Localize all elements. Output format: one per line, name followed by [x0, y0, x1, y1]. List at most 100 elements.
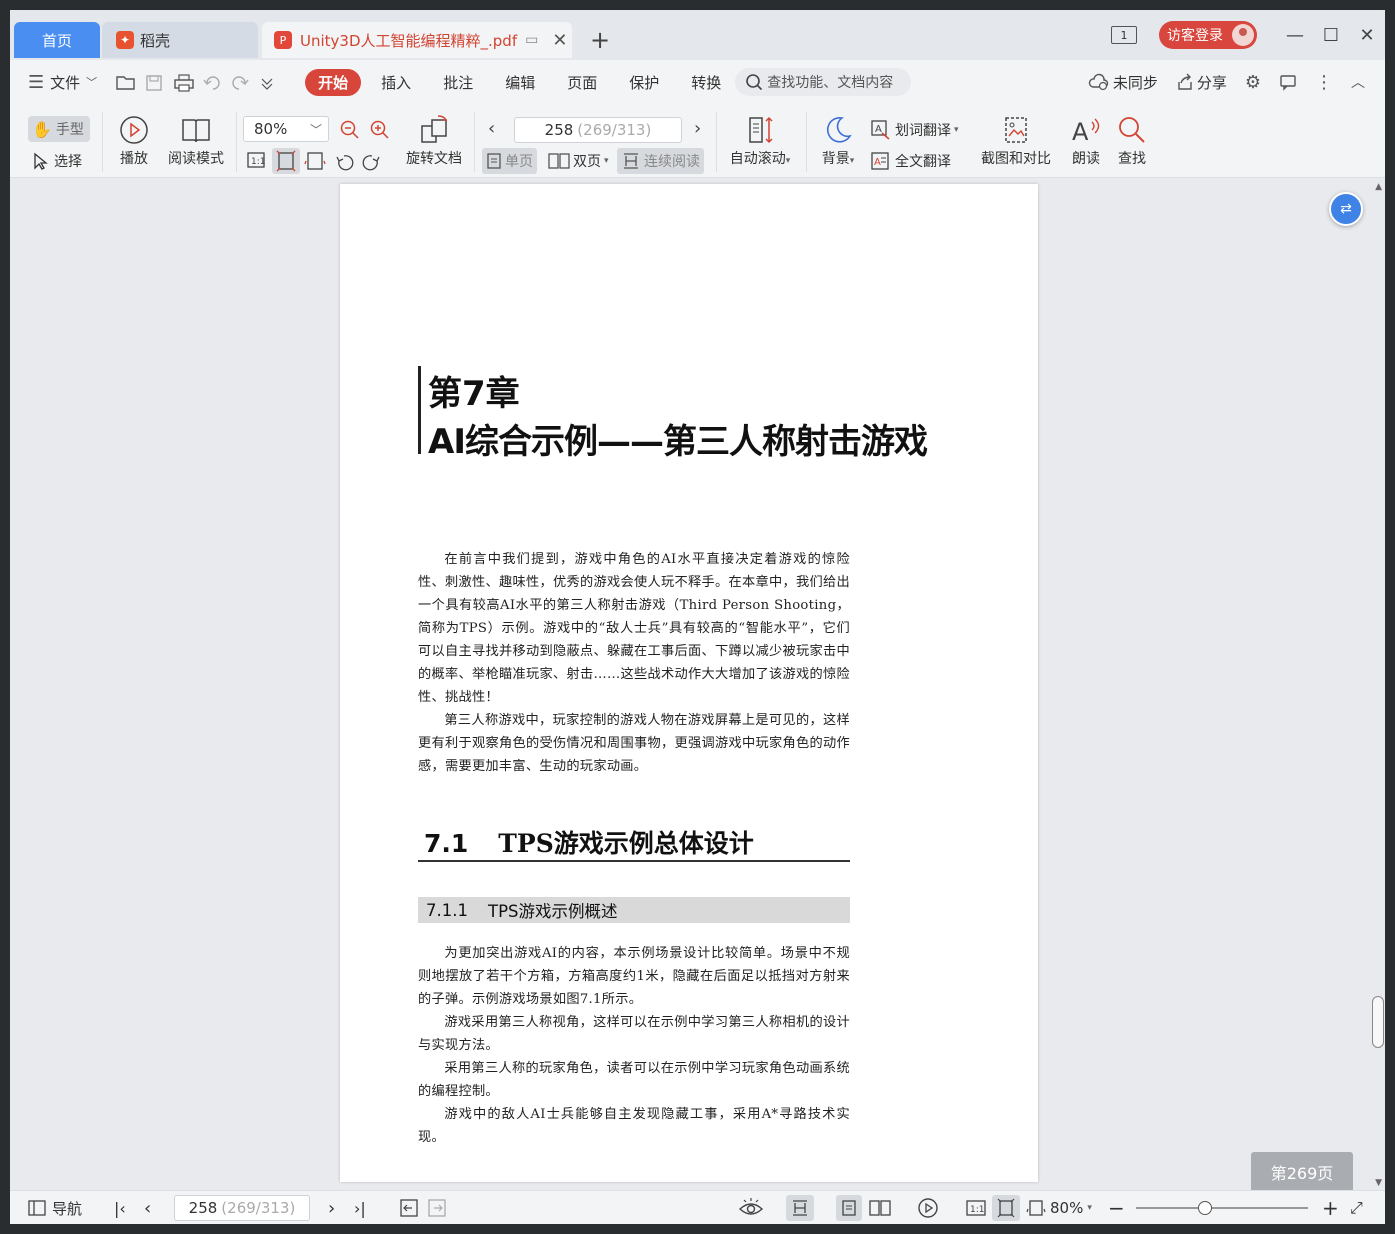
auto-scroll-button[interactable]: 自动滚动▾: [722, 114, 798, 168]
menu-insert[interactable]: 插入: [381, 72, 411, 93]
fit-width-icon: [1026, 1200, 1046, 1216]
tab-home[interactable]: 首页: [14, 22, 100, 58]
guest-login-button[interactable]: 访客登录: [1159, 21, 1257, 49]
more-quick-icon[interactable]: [261, 78, 273, 90]
toolbar-separator: [102, 112, 103, 172]
tab-home-label: 首页: [41, 31, 72, 50]
comment-button[interactable]: [1279, 73, 1297, 91]
new-tab-button[interactable]: +: [590, 28, 610, 52]
dropdown-caret-icon: ▾: [1087, 1203, 1092, 1213]
prev-page-icon[interactable]: ‹: [488, 118, 495, 139]
sync-status[interactable]: 未同步: [1088, 72, 1158, 93]
find-button[interactable]: 查找: [1112, 114, 1152, 168]
feature-search-input[interactable]: 查找功能、文档内容: [735, 68, 912, 96]
navigation-toggle[interactable]: 导航: [28, 1191, 82, 1224]
screenshot-compare-button[interactable]: 截图和对比: [976, 114, 1056, 168]
menu-protect[interactable]: 保护: [629, 72, 659, 93]
undo-icon[interactable]: [203, 76, 220, 90]
document-viewport[interactable]: 第7章 AI综合示例——第三人称射击游戏 在前言中我们提到，游戏中角色的AI水平…: [10, 178, 1385, 1190]
forward-icon[interactable]: [428, 1199, 446, 1217]
zoom-slider-handle[interactable]: [1198, 1201, 1212, 1215]
menu-annotate[interactable]: 批注: [443, 72, 473, 93]
screen-cast-icon[interactable]: ▭: [525, 32, 538, 48]
fit-page-icon: [997, 1198, 1015, 1218]
toolbar-separator: [236, 112, 237, 172]
single-page-button[interactable]: 单页: [482, 148, 537, 174]
redo-icon[interactable]: [232, 76, 249, 90]
continuous-mode-status-button[interactable]: [786, 1195, 814, 1221]
minimize-button[interactable]: —: [1277, 25, 1313, 46]
page-current: 258: [544, 121, 574, 139]
vertical-scrollbar[interactable]: ▲ ▼: [1369, 178, 1385, 1190]
rotate-document-button[interactable]: 旋转文档: [402, 114, 466, 168]
more-menu-button[interactable]: ⋮: [1315, 72, 1333, 93]
full-translate-button[interactable]: A 全文翻译: [870, 148, 951, 174]
select-tool-label: 选择: [54, 154, 82, 170]
next-page-icon[interactable]: ›: [328, 1191, 335, 1224]
fit-width-icon[interactable]: [304, 152, 326, 170]
fullscreen-icon[interactable]: ⤢: [1350, 1191, 1363, 1224]
zoom-slider[interactable]: [1136, 1201, 1308, 1215]
menu-page[interactable]: 页面: [567, 72, 597, 93]
page-number-input[interactable]: 258 (269/313): [514, 117, 682, 143]
more-vertical-icon: ⋮: [1315, 71, 1333, 93]
current-page-badge: 第269页: [1251, 1152, 1353, 1190]
play-button[interactable]: 播放: [114, 114, 154, 168]
select-tool-button[interactable]: 选择: [32, 148, 82, 174]
print-icon[interactable]: [174, 74, 194, 92]
first-page-icon[interactable]: |‹: [114, 1191, 126, 1224]
menu-convert[interactable]: 转换: [691, 72, 721, 93]
fit-page-status-button[interactable]: [992, 1195, 1020, 1221]
scroll-thumb[interactable]: [1372, 996, 1384, 1048]
share-button[interactable]: 分享: [1176, 72, 1227, 93]
double-page-button[interactable]: 双页 ▾: [548, 148, 609, 174]
status-page-input[interactable]: 258 (269/313): [174, 1195, 310, 1221]
menu-start[interactable]: 开始: [305, 68, 362, 96]
scroll-up-arrow-icon[interactable]: ▲: [1375, 182, 1382, 192]
status-zoom-select[interactable]: 80% ▾: [1026, 1191, 1092, 1224]
save-icon[interactable]: [146, 75, 162, 91]
actual-size-icon[interactable]: 1:1: [964, 1191, 988, 1224]
zoom-in-icon[interactable]: [370, 120, 390, 140]
close-tab-icon[interactable]: ✕: [552, 30, 567, 51]
collapse-ribbon-button[interactable]: ︿: [1351, 72, 1365, 92]
single-page-icon: [842, 1200, 856, 1216]
eye-protection-icon[interactable]: [736, 1191, 766, 1224]
rotate-left-icon[interactable]: [336, 155, 354, 171]
settings-button[interactable]: ⚙: [1245, 72, 1261, 93]
rotate-right-icon[interactable]: [362, 155, 380, 171]
single-page-status-button[interactable]: [836, 1195, 862, 1221]
maximize-button[interactable]: ☐: [1313, 25, 1349, 46]
tab-document[interactable]: P Unity3D人工智能编程精粹_.pdf ▭ ✕: [262, 22, 572, 58]
floating-convert-button[interactable]: ⇄: [1329, 192, 1363, 226]
actual-size-icon[interactable]: 1:1: [247, 152, 265, 168]
zoom-in-button[interactable]: +: [1322, 1191, 1339, 1224]
background-button[interactable]: 背景▾: [816, 114, 860, 168]
feature-search-placeholder: 查找功能、文档内容: [767, 75, 894, 91]
quick-access-icons: [116, 74, 273, 92]
hand-tool-button[interactable]: ✋ 手型: [28, 116, 90, 142]
play-icon[interactable]: [916, 1191, 940, 1224]
daoke-logo-icon: ✦: [116, 31, 134, 49]
menu-edit[interactable]: 编辑: [505, 72, 535, 93]
zoom-out-button[interactable]: −: [1108, 1191, 1125, 1224]
file-menu[interactable]: ☰ 文件 ﹀: [28, 72, 97, 93]
last-page-icon[interactable]: ›|: [354, 1191, 366, 1224]
close-window-button[interactable]: ✕: [1349, 25, 1385, 46]
zoom-out-icon[interactable]: [340, 120, 360, 140]
prev-page-icon[interactable]: ‹: [144, 1191, 151, 1224]
read-mode-button[interactable]: 阅读模式: [164, 114, 228, 168]
next-page-icon[interactable]: ›: [694, 118, 701, 139]
chevron-down-icon: ﹀: [309, 123, 322, 137]
read-aloud-button[interactable]: A 朗读: [1066, 114, 1106, 168]
word-translate-button[interactable]: A 划词翻译 ▾: [870, 118, 959, 142]
tab-daoke[interactable]: ✦ 稻壳: [102, 22, 258, 58]
double-page-icon[interactable]: [868, 1191, 892, 1224]
back-icon[interactable]: [400, 1199, 418, 1217]
zoom-select[interactable]: 80% ﹀: [243, 116, 329, 142]
continuous-read-button[interactable]: 连续阅读: [617, 148, 704, 174]
scroll-down-arrow-icon[interactable]: ▼: [1375, 1178, 1382, 1188]
open-folder-icon[interactable]: [116, 76, 135, 90]
tab-daoke-label: 稻壳: [140, 31, 171, 50]
window-count-icon[interactable]: 1: [1111, 26, 1137, 44]
